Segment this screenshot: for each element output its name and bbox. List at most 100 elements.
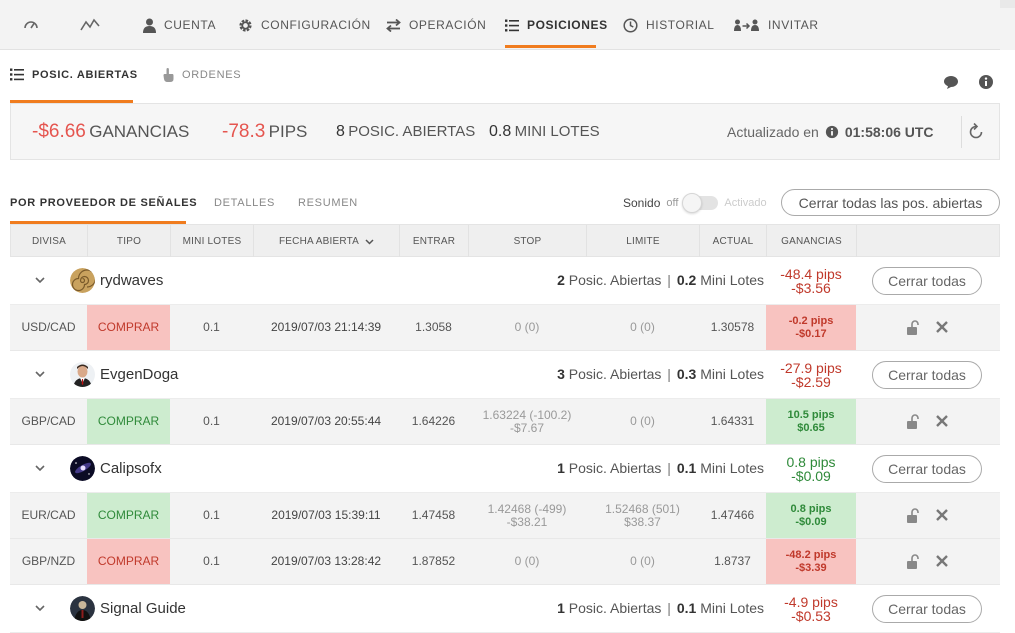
- avatar: [70, 596, 95, 621]
- user-icon: [143, 18, 156, 33]
- col-limite[interactable]: LIMITE: [587, 225, 700, 258]
- col-tipo[interactable]: TIPO: [88, 225, 171, 258]
- cell-pair: GBP/CAD: [21, 414, 76, 428]
- provider-group-row: Calipsofx 1 Posic. Abiertas | 0.1 Mini L…: [10, 445, 1000, 493]
- nav-charts[interactable]: [80, 0, 108, 50]
- close-group-button[interactable]: Cerrar todas: [872, 455, 982, 483]
- chevron-down-icon[interactable]: [33, 601, 47, 615]
- toggle-knob: [682, 193, 703, 213]
- table-row: GBP/CAD COMPRAR 0.1 2019/07/03 20:55:44 …: [10, 399, 1000, 445]
- cell-current: 1.47466: [710, 508, 755, 522]
- group-summary: 1 Posic. Abiertas | 0.1 Mini Lotes: [557, 600, 764, 616]
- col-divisa[interactable]: DIVISA: [11, 225, 88, 258]
- chevron-down-icon: [365, 238, 374, 245]
- cell-entry: 1.3058: [415, 320, 452, 334]
- nav-invitar[interactable]: INVITAR: [734, 0, 819, 50]
- nav-operacion[interactable]: OPERACIÓN: [386, 0, 486, 50]
- group-summary: 3 Posic. Abiertas | 0.3 Mini Lotes: [557, 366, 764, 382]
- positions-table: DIVISA TIPO MINI LOTES FECHA ABIERTA ENT…: [10, 224, 1000, 633]
- unlock-icon[interactable]: [906, 414, 920, 430]
- close-group-button[interactable]: Cerrar todas: [872, 267, 982, 295]
- nav-posiciones[interactable]: POSICIONES: [505, 0, 608, 50]
- cell-stop: 1.42468 (-499) -$38.21: [487, 501, 567, 529]
- tab-summary[interactable]: RESUMEN: [298, 197, 358, 209]
- cell-limit: 0 (0): [630, 320, 655, 334]
- avatar: [70, 268, 95, 293]
- provider-name[interactable]: Calipsofx: [100, 460, 162, 477]
- col-ganancias[interactable]: GANANCIAS: [767, 225, 857, 258]
- provider-name[interactable]: rydwaves: [100, 272, 163, 289]
- cell-profit: -48.2 pips -$3.39: [766, 539, 856, 584]
- cell-date: 2019/07/03 21:14:39: [270, 320, 382, 334]
- col-entrar[interactable]: ENTRAR: [400, 225, 469, 258]
- tab-by-provider[interactable]: POR PROVEEDOR DE SEÑALES: [10, 197, 197, 209]
- close-group-button[interactable]: Cerrar todas: [872, 595, 982, 623]
- list-icon: [10, 68, 24, 81]
- group-summary: 1 Posic. Abiertas | 0.1 Mini Lotes: [557, 460, 764, 476]
- close-icon[interactable]: [935, 320, 949, 334]
- col-stop[interactable]: STOP: [469, 225, 587, 258]
- tab-details[interactable]: DETALLES: [214, 197, 275, 209]
- nav-cuenta[interactable]: CUENTA: [143, 0, 216, 50]
- cell-profit: 10.5 pips $0.65: [766, 399, 856, 444]
- active-nav-underline: [505, 45, 596, 48]
- cell-lots: 0.1: [203, 414, 220, 428]
- cell-date: 2019/07/03 13:28:42: [270, 554, 382, 568]
- cell-lots: 0.1: [203, 554, 220, 568]
- clock-icon: [623, 17, 638, 33]
- group-profit: -27.9 pips -$2.59: [780, 360, 842, 390]
- refresh-icon[interactable]: [966, 122, 986, 142]
- info-icon[interactable]: [978, 74, 994, 90]
- close-group-button[interactable]: Cerrar todas: [872, 361, 982, 389]
- list-icon: [505, 19, 519, 31]
- cell-type: COMPRAR: [87, 539, 170, 584]
- sound-toggle[interactable]: [682, 193, 719, 213]
- cell-entry: 1.64226: [411, 414, 456, 428]
- provider-group-row: rydwaves 2 Posic. Abiertas | 0.2 Mini Lo…: [10, 257, 1000, 305]
- chevron-down-icon[interactable]: [33, 461, 47, 475]
- cell-date: 2019/07/03 20:55:44: [270, 414, 382, 428]
- cell-current: 1.64331: [710, 414, 755, 428]
- nav-configuracion[interactable]: CONFIGURACIÓN: [238, 0, 371, 50]
- cell-stop: 0 (0): [514, 320, 540, 334]
- unlock-icon[interactable]: [906, 320, 920, 336]
- invite-users-icon: [734, 19, 759, 31]
- chat-icon[interactable]: [943, 74, 959, 90]
- unlock-icon[interactable]: [906, 554, 920, 570]
- close-icon[interactable]: [935, 554, 949, 568]
- top-nav: CUENTA CONFIGURACIÓN OPERACIÓN POSICIONE…: [0, 0, 1000, 50]
- avatar: [70, 362, 95, 387]
- cell-current: 1.8737: [714, 554, 751, 568]
- cell-stop: 1.63224 (-100.2) -$7.67: [482, 407, 572, 435]
- chevron-down-icon[interactable]: [33, 367, 47, 381]
- provider-group-row: Signal Guide 1 Posic. Abiertas | 0.1 Min…: [10, 585, 1000, 633]
- chevron-down-icon[interactable]: [33, 273, 47, 287]
- unlock-icon[interactable]: [906, 508, 920, 524]
- close-all-open-positions-button[interactable]: Cerrar todas las pos. abiertas: [781, 189, 1000, 216]
- provider-name[interactable]: EvgenDoga: [100, 366, 178, 383]
- info-icon: [825, 125, 838, 139]
- close-icon[interactable]: [935, 508, 949, 522]
- group-profit: -4.9 pips -$0.53: [784, 594, 838, 624]
- provider-group-row: EvgenDoga 3 Posic. Abiertas | 0.3 Mini L…: [10, 351, 1000, 399]
- provider-name[interactable]: Signal Guide: [100, 600, 186, 617]
- tab-open-positions[interactable]: POSIC. ABIERTAS: [10, 68, 138, 81]
- col-fecha-abierta[interactable]: FECHA ABIERTA: [254, 225, 400, 258]
- cell-pair: GBP/NZD: [21, 554, 76, 568]
- close-icon[interactable]: [935, 414, 949, 428]
- exchange-icon: [386, 18, 401, 32]
- cell-pair: USD/CAD: [21, 320, 76, 334]
- cell-date: 2019/07/03 15:39:11: [271, 508, 381, 522]
- cell-limit: 0 (0): [630, 414, 655, 428]
- summary-bar: -$6.66 GANANCIAS -78.3 PIPS 8 POSIC. ABI…: [10, 103, 1000, 160]
- nav-historial[interactable]: HISTORIAL: [623, 0, 715, 50]
- nav-dashboard[interactable]: [23, 0, 47, 50]
- col-mini-lotes[interactable]: MINI LOTES: [171, 225, 254, 258]
- summary-divider: [961, 116, 962, 148]
- tab-orders[interactable]: ORDENES: [163, 68, 241, 82]
- cell-entry: 1.87852: [411, 554, 456, 568]
- col-actual[interactable]: ACTUAL: [700, 225, 767, 258]
- group-profit: 0.8 pips -$0.09: [786, 454, 836, 484]
- hand-pointer-icon: [163, 68, 174, 82]
- cell-entry: 1.47458: [411, 508, 456, 522]
